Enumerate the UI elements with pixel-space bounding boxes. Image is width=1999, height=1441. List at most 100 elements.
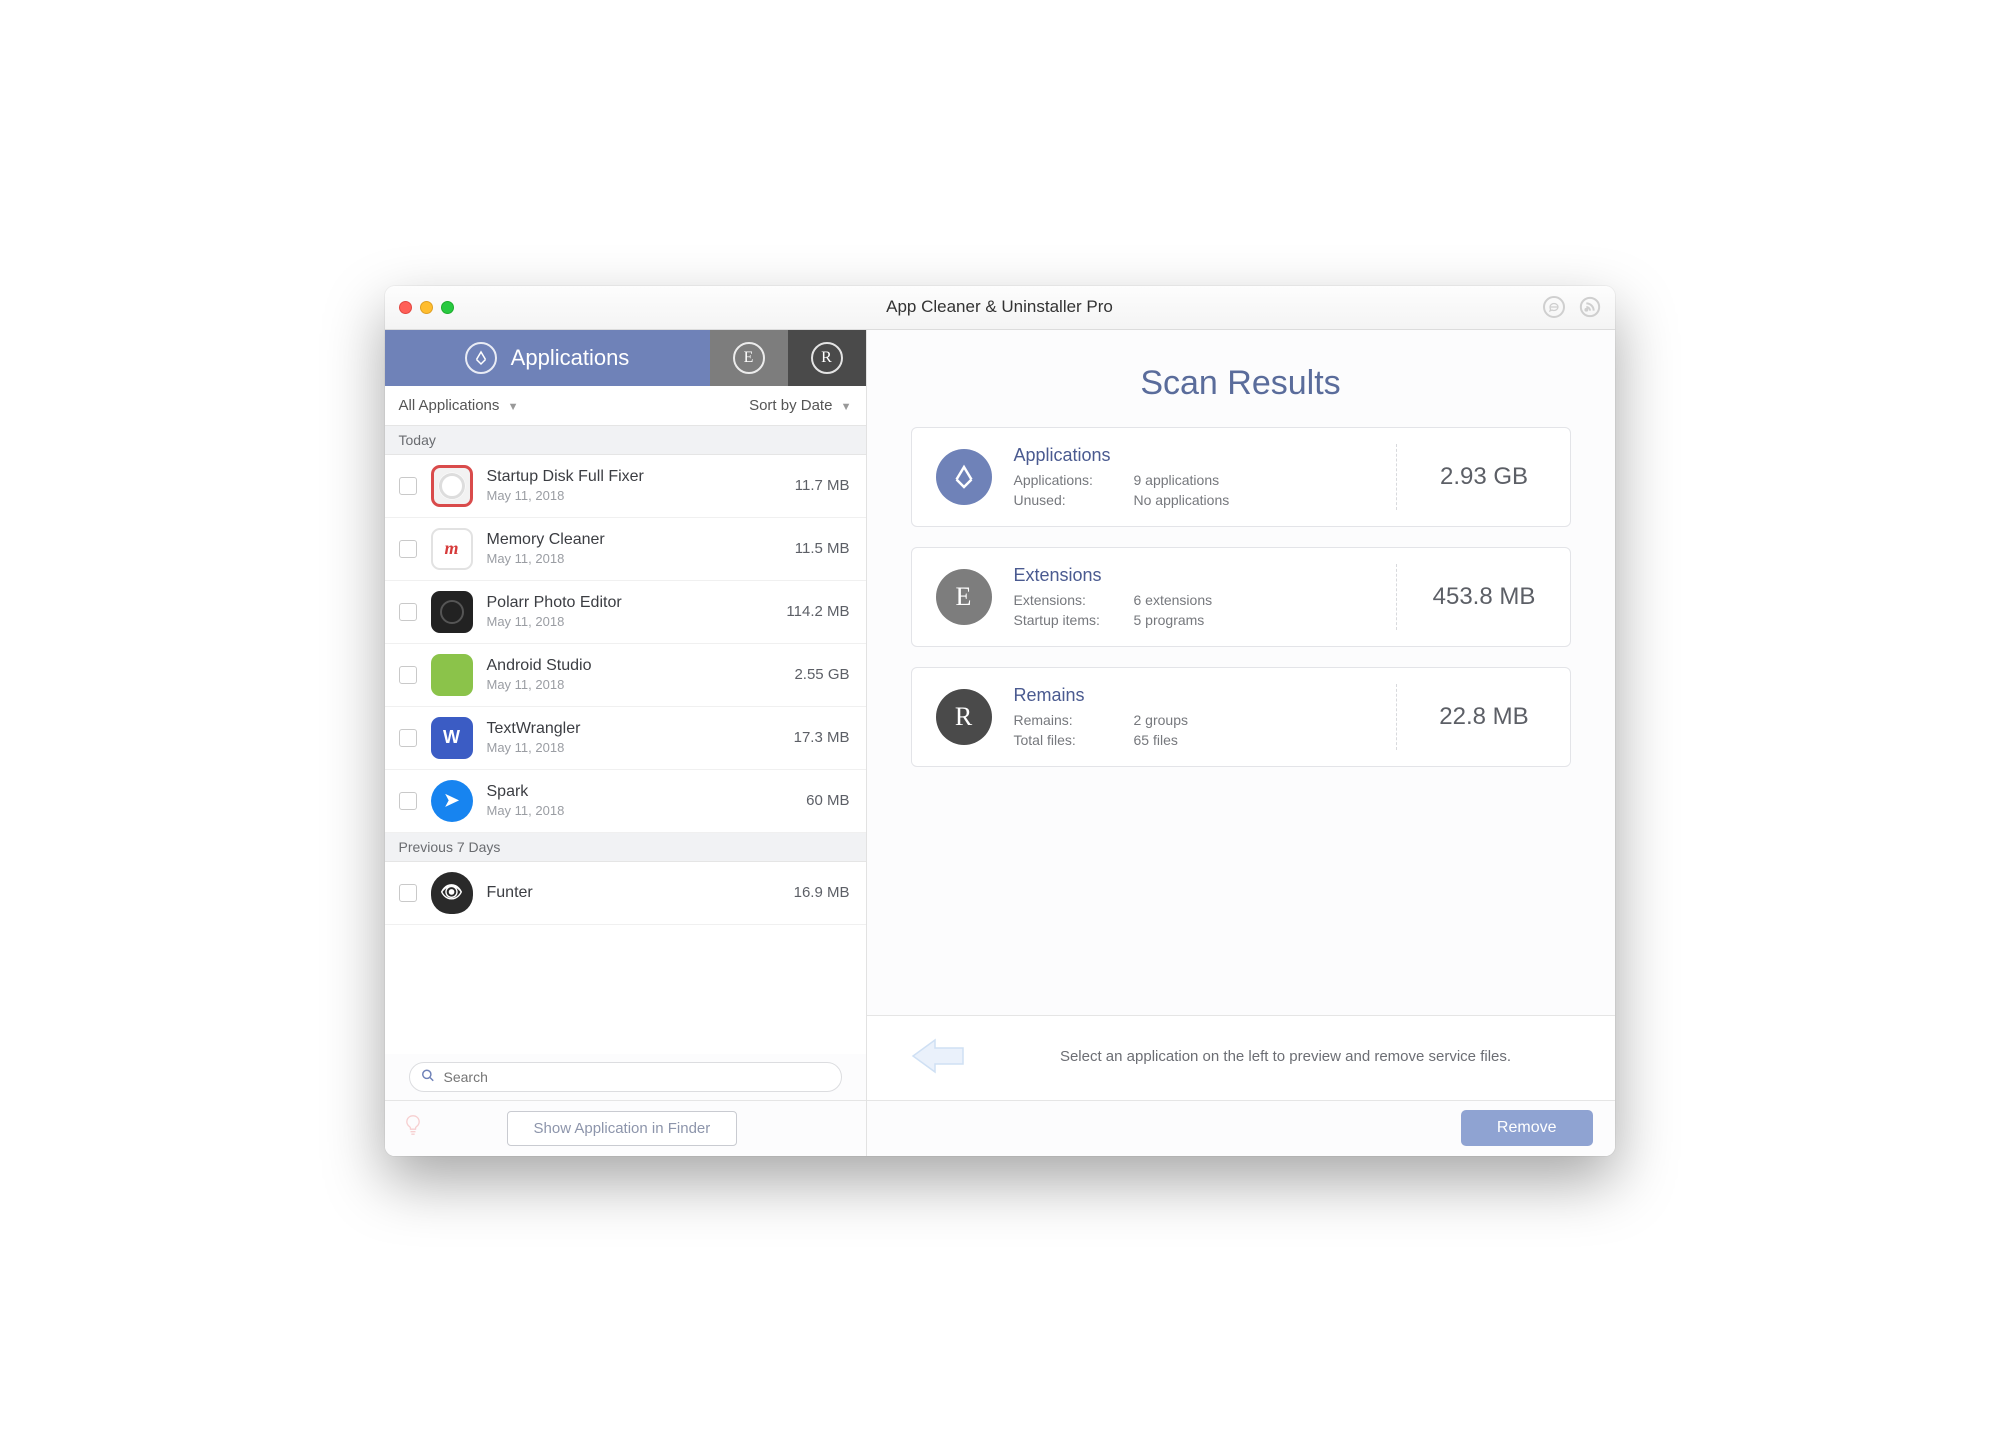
- kv-key: Applications:: [1014, 472, 1134, 488]
- card-total: 22.8 MB: [1396, 684, 1546, 750]
- app-meta: SparkMay 11, 2018: [487, 783, 793, 818]
- close-button[interactable]: [399, 301, 412, 314]
- app-size: 11.7 MB: [795, 477, 850, 494]
- sidebar: Applications E R All Applications ▼ Sort…: [385, 330, 867, 1156]
- app-name: TextWrangler: [487, 720, 780, 738]
- checkbox[interactable]: [399, 729, 417, 747]
- app-meta: Memory Cleaner May 11, 2018: [487, 531, 781, 566]
- app-size: 114.2 MB: [786, 603, 849, 620]
- app-meta: Polarr Photo Editor May 11, 2018: [487, 594, 773, 629]
- app-icon: [431, 654, 473, 696]
- app-meta: Startup Disk Full Fixer May 11, 2018: [487, 468, 781, 503]
- minimize-button[interactable]: [420, 301, 433, 314]
- filter-all-dropdown[interactable]: All Applications ▼: [399, 397, 519, 414]
- checkbox[interactable]: [399, 792, 417, 810]
- checkbox[interactable]: [399, 666, 417, 684]
- rss-icon[interactable]: [1579, 296, 1601, 318]
- kv-key: Extensions:: [1014, 592, 1134, 608]
- chevron-down-icon: ▼: [841, 401, 852, 413]
- app-size: 11.5 MB: [795, 540, 850, 557]
- applications-icon: [936, 449, 992, 505]
- sidebar-footer: Show Application in Finder: [385, 1100, 866, 1156]
- titlebar: App Cleaner & Uninstaller Pro: [385, 286, 1615, 330]
- filter-bar: All Applications ▼ Sort by Date ▼: [385, 386, 866, 426]
- show-in-finder-button[interactable]: Show Application in Finder: [507, 1111, 738, 1146]
- card-extensions[interactable]: E Extensions Extensions: 6 extensions St…: [911, 547, 1571, 647]
- tab-applications[interactable]: Applications: [385, 330, 710, 386]
- titlebar-actions: [1543, 296, 1601, 318]
- list-item[interactable]: Startup Disk Full Fixer May 11, 2018 11.7 …: [385, 455, 866, 518]
- tab-applications-label: Applications: [511, 345, 630, 371]
- extensions-icon: E: [733, 342, 765, 374]
- tip-icon[interactable]: [403, 1113, 423, 1143]
- kv-key: Remains:: [1014, 712, 1134, 728]
- app-size: 17.3 MB: [794, 729, 850, 746]
- app-name: Memory Cleaner: [487, 531, 781, 549]
- chevron-down-icon: ▼: [508, 401, 519, 413]
- checkbox[interactable]: [399, 884, 417, 902]
- search-bar: [385, 1054, 866, 1100]
- main-content: Scan Results Applications Applications: …: [867, 330, 1615, 1156]
- zoom-button[interactable]: [441, 301, 454, 314]
- card-remains[interactable]: R Remains Remains: 2 groups Total files:…: [911, 667, 1571, 767]
- kv-key: Startup items:: [1014, 612, 1134, 628]
- tab-remains[interactable]: R: [788, 330, 866, 386]
- remains-icon: R: [811, 342, 843, 374]
- app-icon: W: [431, 717, 473, 759]
- list-item[interactable]: ➤ SparkMay 11, 2018 60 MB: [385, 770, 866, 833]
- card-info: Remains Remains: 2 groups Total files: 6…: [1014, 685, 1374, 748]
- app-icon: [431, 465, 473, 507]
- scan-results-title: Scan Results: [867, 330, 1615, 427]
- app-name: Polarr Photo Editor: [487, 594, 773, 612]
- remains-icon: R: [936, 689, 992, 745]
- app-date: May 11, 2018: [487, 614, 773, 629]
- feedback-icon[interactable]: [1543, 296, 1565, 318]
- app-meta: TextWrangler May 11, 2018: [487, 720, 780, 755]
- app-icon: m: [431, 528, 473, 570]
- app-meta: Funter: [487, 884, 780, 902]
- card-title: Extensions: [1014, 565, 1374, 586]
- window-controls: [399, 301, 454, 314]
- app-name: Startup Disk Full Fixer: [487, 468, 781, 486]
- section-prev7: Previous 7 Days: [385, 833, 866, 862]
- app-size: 2.55 GB: [794, 666, 849, 683]
- kv-value: No applications: [1134, 492, 1374, 508]
- kv-value: 65 files: [1134, 732, 1374, 748]
- app-size: 60 MB: [806, 792, 849, 809]
- tab-extensions[interactable]: E: [710, 330, 788, 386]
- app-window: App Cleaner & Uninstaller Pro Applicatio…: [385, 286, 1615, 1156]
- app-date: May 11, 2018: [487, 551, 781, 566]
- app-name: Android Studio: [487, 657, 781, 675]
- app-icon: 👁: [431, 872, 473, 914]
- app-date: May 11, 2018: [487, 740, 780, 755]
- list-item[interactable]: Android StudioMay 11, 20182.55 GB: [385, 644, 866, 707]
- kv-value: 6 extensions: [1134, 592, 1374, 608]
- card-info: Applications Applications: 9 application…: [1014, 445, 1374, 508]
- app-size: 16.9 MB: [794, 884, 850, 901]
- applications-list: Today Startup Disk Full Fixer May 11, 201…: [385, 426, 866, 1054]
- category-tabs: Applications E R: [385, 330, 866, 386]
- list-item[interactable]: Polarr Photo Editor May 11, 2018 114.2 MB: [385, 581, 866, 644]
- kv-key: Total files:: [1014, 732, 1134, 748]
- sort-dropdown[interactable]: Sort by Date ▼: [749, 397, 851, 414]
- hint-area: Select an application on the left to pre…: [867, 1015, 1615, 1100]
- main-footer: Remove: [867, 1100, 1615, 1156]
- card-total: 2.93 GB: [1396, 444, 1546, 510]
- app-icon: ➤: [431, 780, 473, 822]
- app-name: Spark: [487, 783, 793, 801]
- app-name: Funter: [487, 884, 780, 902]
- list-item[interactable]: 👁 Funter 16.9 MB: [385, 862, 866, 925]
- list-item[interactable]: W TextWrangler May 11, 2018 17.3 MB: [385, 707, 866, 770]
- card-applications[interactable]: Applications Applications: 9 application…: [911, 427, 1571, 527]
- checkbox[interactable]: [399, 540, 417, 558]
- checkbox[interactable]: [399, 603, 417, 621]
- section-today: Today: [385, 426, 866, 455]
- list-item[interactable]: m Memory Cleaner May 11, 2018 11.5 MB: [385, 518, 866, 581]
- checkbox[interactable]: [399, 477, 417, 495]
- app-date: May 11, 2018: [487, 488, 781, 503]
- card-total: 453.8 MB: [1396, 564, 1546, 630]
- card-title: Remains: [1014, 685, 1374, 706]
- search-input[interactable]: [409, 1062, 842, 1092]
- remove-button[interactable]: Remove: [1461, 1110, 1593, 1146]
- search-icon: [421, 1068, 435, 1085]
